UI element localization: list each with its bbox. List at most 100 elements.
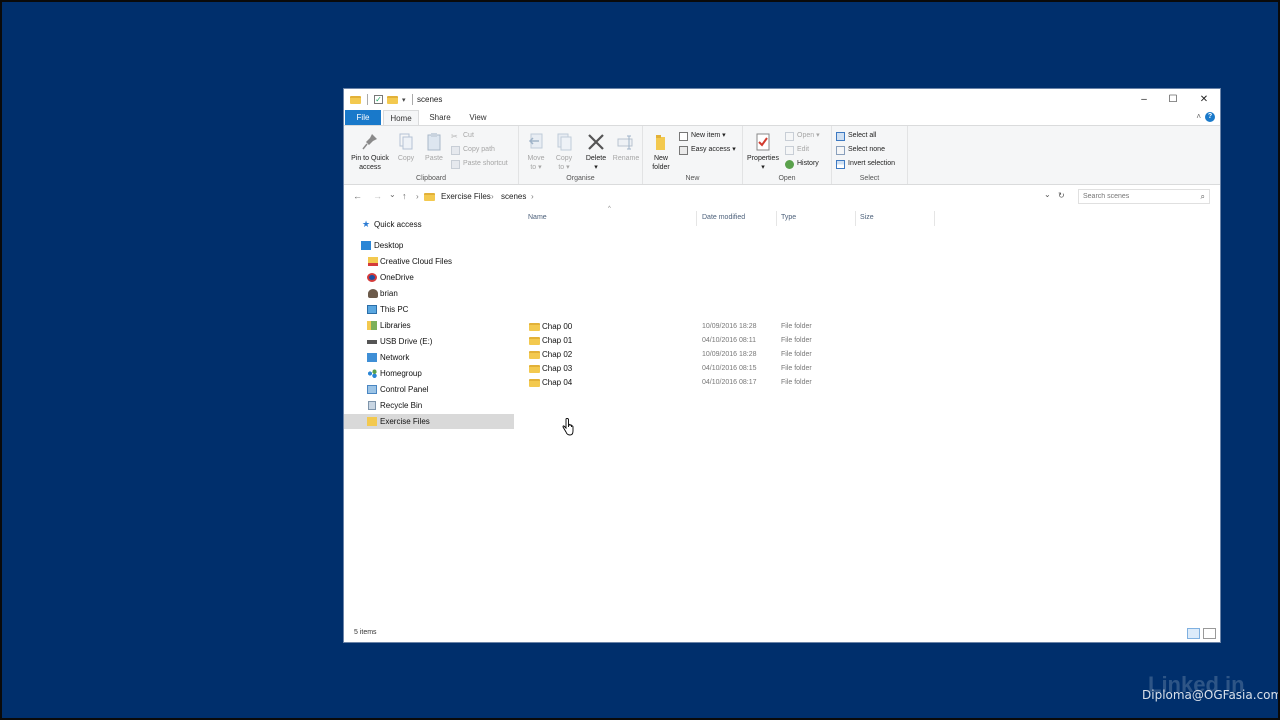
organise-group: Move to ▾ Copy to ▾ Delete ▾ Rename Orga…: [519, 126, 643, 184]
list-item[interactable]: Chap 02 10/09/2016 18:28 File folder: [528, 348, 1208, 362]
tab-file[interactable]: File: [345, 110, 381, 125]
nav-homegroup[interactable]: Homegroup: [344, 366, 514, 381]
search-box[interactable]: ⌕: [1078, 189, 1210, 204]
nav-usb-drive[interactable]: USB Drive (E:): [344, 334, 514, 349]
column-divider[interactable]: [696, 211, 697, 226]
rename-button[interactable]: Rename: [612, 132, 640, 163]
copy-to-button[interactable]: Copy to ▾: [552, 132, 576, 172]
paste-shortcut-button[interactable]: Paste shortcut: [451, 158, 508, 170]
properties-button[interactable]: Properties ▾: [745, 132, 781, 172]
properties-qat-icon[interactable]: ✓: [374, 95, 383, 104]
pin-to-quick-access-button[interactable]: Pin to Quick access: [348, 132, 392, 172]
nav-desktop[interactable]: Desktop: [344, 238, 514, 253]
back-arrow-icon[interactable]: ←: [353, 191, 362, 201]
column-header-type[interactable]: Type: [781, 214, 796, 221]
select-none-button[interactable]: Select none: [836, 144, 885, 156]
history-button[interactable]: History: [785, 158, 819, 170]
nav-recycle-bin[interactable]: Recycle Bin: [344, 398, 514, 413]
watermark-text: Diploma@OGFasia.com: [1142, 688, 1280, 702]
breadcrumb-separator: ›: [491, 192, 494, 201]
cut-label: Cut: [463, 132, 474, 139]
copy-path-button[interactable]: Copy path: [451, 144, 495, 156]
network-icon: [367, 353, 377, 362]
paste-button[interactable]: Paste: [422, 132, 446, 163]
tab-share[interactable]: Share: [424, 110, 456, 125]
nav-label: Exercise Files: [380, 417, 430, 426]
column-divider[interactable]: [855, 211, 856, 226]
new-folder-button[interactable]: New folder: [646, 132, 676, 172]
folder-icon: [424, 193, 435, 201]
large-icons-view-icon[interactable]: [1203, 628, 1216, 639]
easy-access-icon: [679, 145, 688, 155]
recent-locations-chevron-icon[interactable]: ⌄: [389, 190, 396, 199]
copy-to-icon: [557, 133, 572, 151]
search-input[interactable]: [1079, 190, 1197, 203]
delete-button[interactable]: Delete ▾: [582, 132, 610, 172]
nav-libraries[interactable]: Libraries: [344, 318, 514, 333]
minimize-button[interactable]: –: [1129, 89, 1159, 111]
list-item[interactable]: Chap 03 04/10/2016 08:15 File folder: [528, 362, 1208, 376]
item-type: File folder: [781, 379, 812, 386]
refresh-icon[interactable]: ↻: [1058, 191, 1065, 200]
tab-home[interactable]: Home: [383, 110, 419, 125]
breadcrumb-exercise-files[interactable]: Exercise Files: [441, 192, 491, 201]
divider: [411, 94, 413, 105]
column-header-name[interactable]: Name: [528, 214, 547, 221]
address-dropdown-chevron-icon[interactable]: ⌄: [1044, 190, 1051, 199]
list-item[interactable]: Chap 01 04/10/2016 08:11 File folder: [528, 334, 1208, 348]
address-box[interactable]: › Exercise Files › scenes › ⌄ ↻: [414, 189, 1065, 204]
folder-icon: [529, 323, 540, 331]
minimize-ribbon-chevron-icon[interactable]: ˄: [1196, 112, 1201, 121]
list-item[interactable]: Chap 04 04/10/2016 08:17 File folder: [528, 376, 1208, 390]
new-folder-label-line2: folder: [652, 164, 670, 171]
nav-control-panel[interactable]: Control Panel: [344, 382, 514, 397]
nav-quick-access[interactable]: ★ Quick access: [344, 217, 514, 232]
tab-view[interactable]: View: [462, 110, 494, 125]
cut-button[interactable]: ✂ Cut: [451, 130, 474, 142]
up-arrow-icon[interactable]: ↑: [402, 191, 407, 201]
item-type: File folder: [781, 365, 812, 372]
search-icon[interactable]: ⌕: [1201, 192, 1205, 202]
sort-ascending-arrow-icon: ^: [608, 206, 611, 212]
nav-onedrive[interactable]: OneDrive: [344, 270, 514, 285]
organise-group-label: Organise: [566, 175, 595, 182]
column-header-size[interactable]: Size: [860, 214, 874, 221]
nav-brian[interactable]: brian: [344, 286, 514, 301]
select-all-label: Select all: [848, 132, 877, 139]
help-icon[interactable]: ?: [1205, 112, 1215, 122]
column-divider[interactable]: [776, 211, 777, 226]
copy-button[interactable]: Copy: [394, 132, 418, 163]
details-view-icon[interactable]: [1187, 628, 1200, 639]
open-group: Properties ▾ Open ▾ Edit History Open: [743, 126, 832, 184]
nav-this-pc[interactable]: This PC: [344, 302, 514, 317]
column-header-date-modified[interactable]: Date modified: [702, 214, 745, 221]
edit-button[interactable]: Edit: [785, 144, 809, 156]
user-icon: [368, 289, 378, 298]
select-all-button[interactable]: Select all: [836, 130, 876, 142]
recycle-bin-icon: [368, 401, 376, 410]
list-item[interactable]: Chap 00 10/09/2016 18:28 File folder: [528, 320, 1208, 334]
invert-selection-button[interactable]: Invert selection: [836, 158, 895, 170]
move-to-button[interactable]: Move to ▾: [524, 132, 548, 172]
easy-access-button[interactable]: Easy access ▾: [679, 144, 736, 156]
item-name: Chap 00: [542, 322, 573, 331]
nav-label: USB Drive (E:): [380, 337, 433, 346]
nav-label: Recycle Bin: [380, 401, 423, 410]
breadcrumb-scenes[interactable]: scenes: [501, 192, 526, 201]
maximize-button[interactable]: ☐: [1158, 89, 1188, 111]
customize-qat-chevron-icon[interactable]: ▾: [402, 96, 406, 104]
open-button[interactable]: Open ▾: [785, 130, 820, 142]
column-divider[interactable]: [934, 211, 935, 226]
delete-label: Delete: [585, 155, 607, 162]
nav-label: Network: [380, 353, 410, 362]
nav-creative-cloud-files[interactable]: Creative Cloud Files: [344, 254, 514, 269]
nav-network[interactable]: Network: [344, 350, 514, 365]
libraries-icon: [367, 321, 377, 330]
forward-arrow-icon[interactable]: →: [373, 191, 382, 201]
close-button[interactable]: ✕: [1189, 89, 1219, 111]
nav-exercise-files[interactable]: Exercise Files: [344, 414, 514, 429]
new-item-button[interactable]: New item ▾: [679, 130, 726, 142]
breadcrumb-separator: ›: [531, 192, 534, 201]
new-folder-qat-icon[interactable]: [387, 95, 398, 104]
paste-icon: [427, 133, 441, 151]
